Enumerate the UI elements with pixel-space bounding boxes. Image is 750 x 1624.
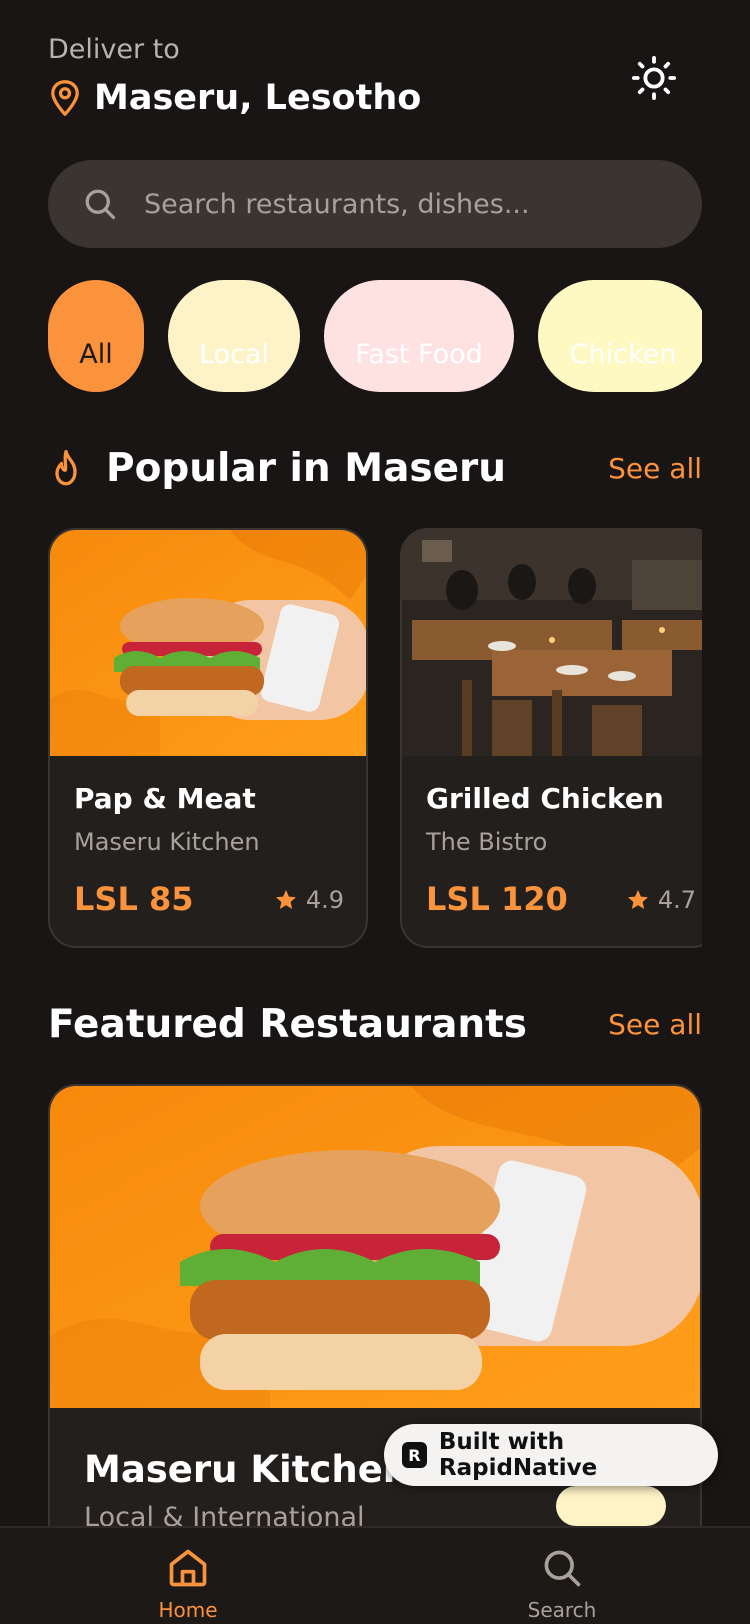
rapidnative-logo-icon: R — [402, 1442, 427, 1468]
category-chip-fast-food[interactable]: Fast Food — [324, 280, 514, 392]
popular-carousel[interactable]: Pap & Meat Maseru Kitchen LSL 85 4.9 Gri… — [48, 528, 702, 948]
search-input[interactable] — [144, 188, 684, 220]
restaurant-tag — [556, 1486, 666, 1526]
nav-tab-home[interactable]: Home — [118, 1546, 258, 1624]
popular-section-title: Popular in Maseru — [106, 445, 507, 491]
popular-see-all-link[interactable]: See all — [608, 452, 702, 485]
category-chip-label: Local — [199, 339, 269, 370]
dish-rating: 4.9 — [274, 886, 344, 914]
search-bar[interactable] — [48, 160, 702, 248]
rating-value: 4.9 — [305, 886, 344, 914]
dish-name: Grilled Chicken — [426, 782, 664, 815]
flame-icon — [55, 449, 77, 486]
dish-price: LSL 120 — [426, 880, 568, 918]
featured-section-title: Featured Restaurants — [48, 1001, 528, 1047]
built-with-badge[interactable]: R Built with RapidNative — [384, 1424, 718, 1486]
dish-restaurant: The Bistro — [426, 828, 548, 856]
category-chip-local[interactable]: Local — [168, 280, 300, 392]
category-chip-all[interactable]: All — [48, 280, 144, 392]
star-icon — [627, 890, 648, 909]
app-screen: Deliver to Maseru, Lesotho All Local Fas… — [0, 0, 750, 1624]
dish-name: Pap & Meat — [74, 782, 256, 815]
nav-tab-label: Home — [158, 1598, 218, 1622]
bottom-navigation: Home Search — [0, 1526, 750, 1624]
restaurant-interior-photo — [402, 530, 702, 756]
location-name: Maseru, Lesotho — [94, 78, 422, 118]
featured-section-header: Featured Restaurants See all — [48, 996, 702, 1052]
featured-see-all-link[interactable]: See all — [608, 1008, 702, 1041]
sun-icon — [631, 55, 677, 101]
rating-value: 4.7 — [657, 886, 696, 914]
popular-section-header: Popular in Maseru See all — [48, 440, 702, 496]
category-chip-label: All — [79, 339, 113, 370]
dish-price: LSL 85 — [74, 880, 194, 918]
map-pin-icon — [51, 80, 79, 116]
deliver-to-label: Deliver to — [48, 34, 180, 65]
popular-dish-card[interactable]: Pap & Meat Maseru Kitchen LSL 85 4.9 — [48, 528, 368, 948]
restaurant-name: Maseru Kitchen — [84, 1448, 410, 1491]
burger-photo — [50, 530, 366, 756]
dish-restaurant: Maseru Kitchen — [74, 828, 260, 856]
category-chip-chicken[interactable]: Chicken — [538, 280, 702, 392]
nav-tab-search[interactable]: Search — [492, 1546, 632, 1624]
location-selector[interactable]: Maseru, Lesotho — [48, 78, 421, 118]
popular-dish-card[interactable]: Grilled Chicken The Bistro LSL 120 4.7 — [400, 528, 702, 948]
built-with-text: Built with RapidNative — [438, 1429, 598, 1481]
star-icon — [275, 890, 296, 909]
search-icon — [544, 1550, 581, 1587]
category-chip-label: Fast Food — [355, 339, 483, 370]
nav-tab-label: Search — [527, 1598, 597, 1622]
home-icon — [169, 1549, 207, 1587]
category-chip-label: Chicken — [569, 339, 677, 370]
search-icon — [85, 189, 116, 220]
category-chips: All Local Fast Food Chicken — [48, 280, 702, 392]
dish-rating: 4.7 — [626, 886, 696, 914]
theme-toggle-button[interactable] — [630, 54, 678, 102]
burger-photo — [50, 1086, 700, 1408]
